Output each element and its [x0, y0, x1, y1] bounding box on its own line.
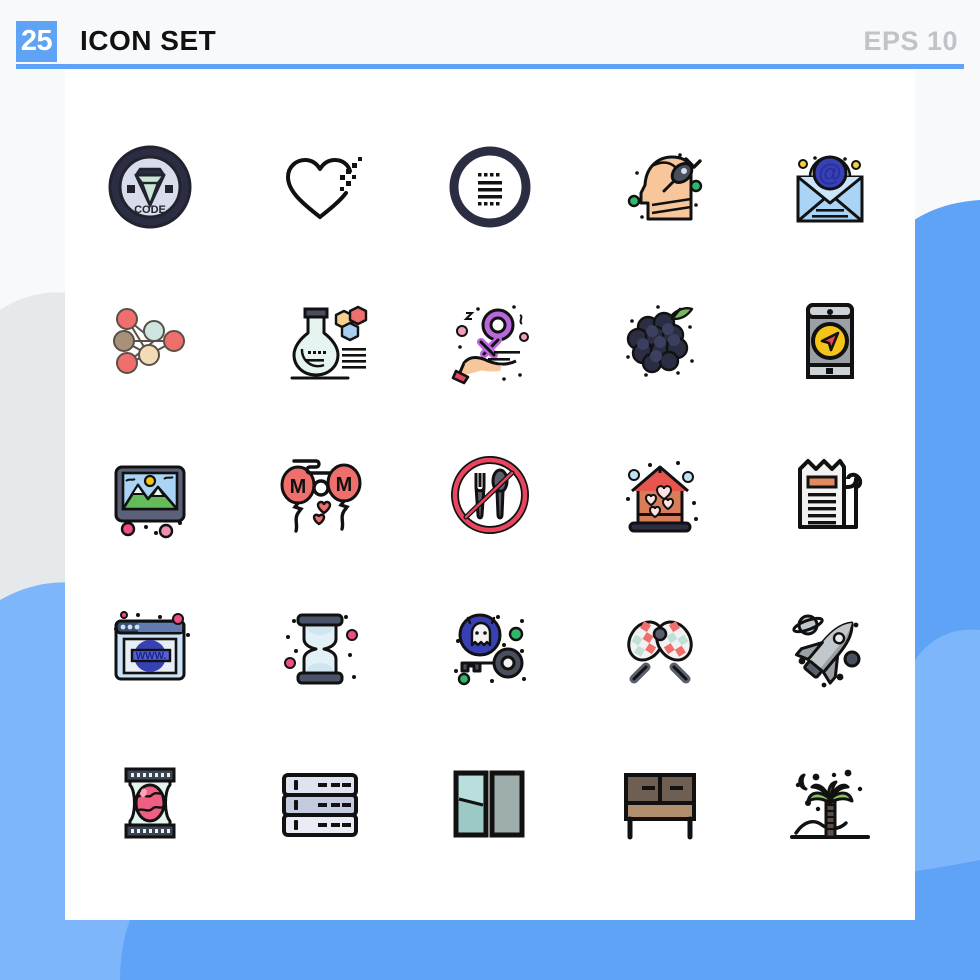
icon-cell-list-circle[interactable] — [405, 110, 575, 264]
hourglass-icon — [284, 613, 358, 685]
pixel-heart-icon — [286, 157, 362, 219]
palm-tree-night-icon — [790, 769, 870, 839]
icon-cell-pixel-heart[interactable] — [235, 110, 405, 264]
icon-cell-server-rack[interactable] — [235, 726, 405, 880]
icon-cell-chemistry-flask[interactable] — [235, 264, 405, 418]
icon-cell-maracas[interactable] — [575, 572, 745, 726]
egg-package-icon — [124, 767, 176, 839]
mirror-panels-icon — [453, 770, 525, 838]
email-at-envelope-icon: @ — [796, 155, 864, 223]
icon-cell-receipt-bill[interactable] — [745, 418, 915, 572]
icon-cell-head-plug[interactable] — [575, 110, 745, 264]
svg-text:M: M — [336, 474, 353, 496]
icon-cell-mirror-panels[interactable] — [405, 726, 575, 880]
ghost-key-icon — [454, 613, 526, 686]
maracas-icon — [627, 620, 693, 689]
receipt-bill-icon — [798, 459, 863, 529]
mobile-navigation-icon — [806, 303, 854, 379]
mom-balloons-icon: M M — [280, 459, 362, 533]
icon-cell-ghost-key[interactable] — [405, 572, 575, 726]
icon-grid: CODE @ M M WWW. — [65, 110, 915, 880]
icon-cell-blackberry[interactable] — [575, 264, 745, 418]
icon-cell-palm-tree-night[interactable] — [745, 726, 915, 880]
no-food-icon — [451, 456, 529, 534]
icon-cell-console-table[interactable] — [575, 726, 745, 880]
icon-cell-mobile-navigation[interactable] — [745, 264, 915, 418]
icon-cell-hand-female-symbol[interactable] — [405, 264, 575, 418]
icon-cell-landscape-photo[interactable] — [65, 418, 235, 572]
svg-text:CODE: CODE — [134, 204, 166, 216]
code-diamond-badge-icon: CODE — [108, 145, 192, 229]
svg-text:WWW.: WWW. — [136, 651, 167, 662]
icon-cell-space-shuttle[interactable] — [745, 572, 915, 726]
header-bar: 25 ICON SET EPS 10 — [0, 0, 980, 69]
icon-cell-hourglass[interactable] — [235, 572, 405, 726]
svg-text:@: @ — [818, 160, 841, 187]
icon-cell-email-at-envelope[interactable]: @ — [745, 110, 915, 264]
blackberry-icon — [626, 305, 694, 377]
icon-cell-no-food[interactable] — [405, 418, 575, 572]
server-rack-icon — [282, 773, 358, 837]
love-house-icon — [626, 461, 698, 533]
hand-female-symbol-icon — [451, 305, 529, 385]
header-divider — [16, 64, 964, 69]
page-title: ICON SET — [80, 25, 217, 56]
svg-text:M: M — [290, 476, 307, 498]
icon-cell-neural-network[interactable] — [65, 264, 235, 418]
head-plug-icon — [627, 153, 703, 221]
icon-cell-love-house[interactable] — [575, 418, 745, 572]
icon-cell-code-diamond-badge[interactable]: CODE — [65, 110, 235, 264]
space-shuttle-icon — [792, 614, 861, 688]
format-label: EPS 10 — [863, 26, 958, 56]
icon-cell-www-browser[interactable]: WWW. — [65, 572, 235, 726]
icon-cell-mom-balloons[interactable]: M M — [235, 418, 405, 572]
chemistry-flask-icon — [290, 305, 368, 380]
icon-cell-egg-package[interactable] — [65, 726, 235, 880]
list-circle-icon — [449, 146, 531, 228]
console-table-icon — [624, 773, 696, 840]
icon-count-badge: 25 — [16, 21, 57, 62]
landscape-photo-icon — [114, 465, 186, 539]
neural-network-icon — [113, 308, 185, 374]
www-browser-icon: WWW. — [114, 611, 190, 681]
